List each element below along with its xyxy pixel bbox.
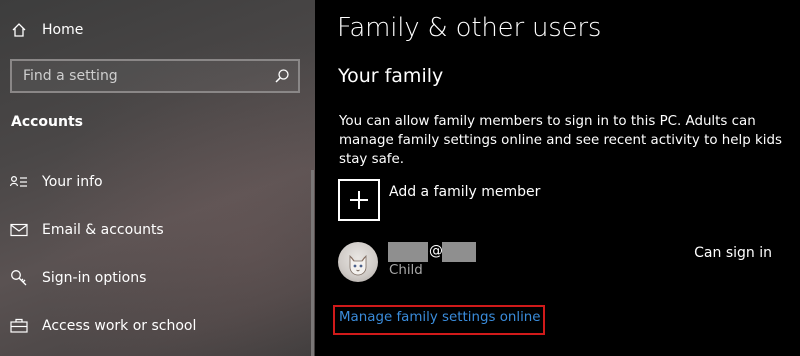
sidebar-item-label: Email & accounts xyxy=(42,222,164,238)
member-status: Can sign in xyxy=(694,245,772,261)
sidebar-item-label: Access work or school xyxy=(42,318,197,334)
person-list-icon xyxy=(10,173,28,191)
avatar xyxy=(338,242,378,282)
home-label: Home xyxy=(42,22,84,38)
redacted-domain xyxy=(442,242,476,262)
add-family-member-label: Add a family member xyxy=(389,184,541,200)
mail-icon xyxy=(10,221,28,239)
search-box[interactable] xyxy=(10,59,300,93)
add-family-member-button[interactable]: Add a family member xyxy=(338,179,540,221)
key-icon xyxy=(10,269,28,287)
section-description: You can allow family members to sign in … xyxy=(339,114,782,167)
sidebar: Home Accounts Your info Email & accounts… xyxy=(0,0,315,356)
main-content: Family & other users Your family You can… xyxy=(315,0,800,356)
home-icon xyxy=(10,21,28,39)
search-input[interactable] xyxy=(12,61,272,91)
section-title-accounts: Accounts xyxy=(11,114,84,130)
briefcase-icon xyxy=(10,317,28,335)
search-icon[interactable] xyxy=(274,68,290,84)
home-nav-item[interactable]: Home xyxy=(0,10,315,50)
plus-icon xyxy=(338,179,380,221)
family-member-row[interactable]: @ Child Can sign in xyxy=(338,240,778,284)
sidebar-item-access-work-school[interactable]: Access work or school xyxy=(0,306,315,346)
redacted-username xyxy=(388,242,428,262)
sidebar-item-label: Sign-in options xyxy=(42,270,147,286)
sidebar-item-email-accounts[interactable]: Email & accounts xyxy=(0,210,315,250)
member-role: Child xyxy=(389,263,423,278)
cat-icon xyxy=(349,254,367,276)
page-title: Family & other users xyxy=(337,13,602,43)
sidebar-item-label: Your info xyxy=(42,174,103,190)
sidebar-item-your-info[interactable]: Your info xyxy=(0,162,315,202)
sidebar-scrollbar[interactable] xyxy=(311,170,314,356)
section-heading: Your family xyxy=(338,65,444,87)
sidebar-item-sign-in-options[interactable]: Sign-in options xyxy=(0,258,315,298)
email-at-sign: @ xyxy=(429,243,443,259)
manage-family-settings-link[interactable]: Manage family settings online xyxy=(339,310,541,325)
